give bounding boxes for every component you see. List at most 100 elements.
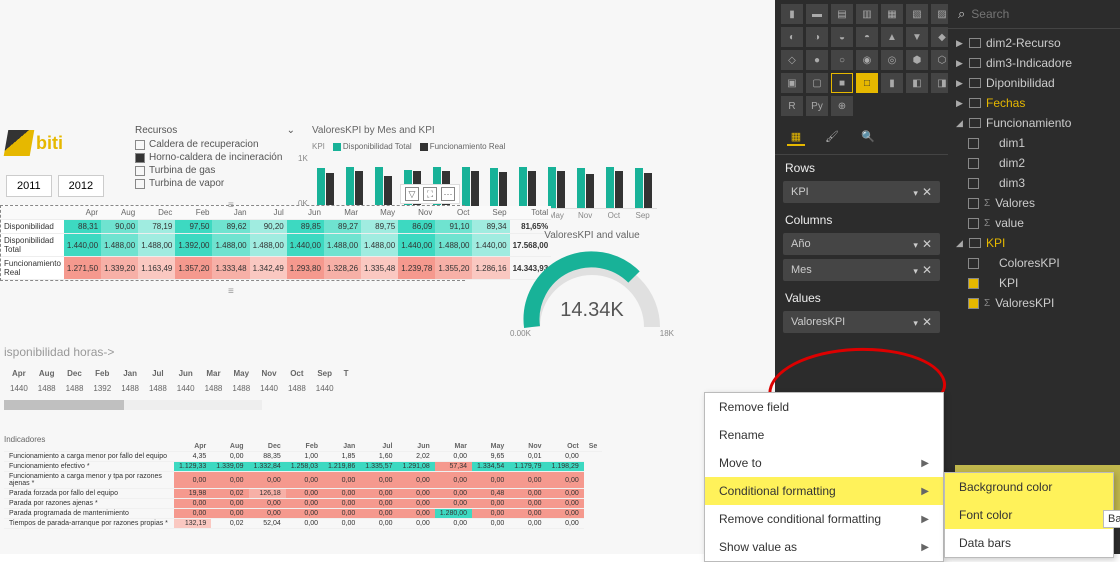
viz-type-icon[interactable]: ◒ <box>831 27 853 47</box>
search-input[interactable] <box>971 7 1091 21</box>
checkbox-icon[interactable] <box>135 179 145 189</box>
checkbox-icon[interactable] <box>968 278 979 289</box>
ctx-item[interactable]: Show value as▶ <box>705 533 943 561</box>
recurso-option[interactable]: Caldera de recuperacion <box>135 138 295 151</box>
viz-type-icon[interactable]: ▤ <box>831 4 853 24</box>
chevron-down-icon[interactable]: ▾ <box>913 188 918 198</box>
chevron-down-icon[interactable]: ◢ <box>956 118 964 129</box>
checkbox-icon[interactable] <box>135 166 145 176</box>
viz-type-icon[interactable]: R <box>781 96 803 116</box>
viz-type-icon[interactable]: ○ <box>831 50 853 70</box>
viz-type-icon[interactable]: Py <box>806 96 828 116</box>
ctx-item[interactable]: Move to▶ <box>705 449 943 477</box>
viz-type-icon[interactable]: ▼ <box>906 27 928 47</box>
viz-type-icon[interactable]: ▮ <box>781 4 803 24</box>
table-node[interactable]: ◢KPI <box>950 233 1118 253</box>
field-node[interactable]: Σvalue <box>950 213 1118 233</box>
ctx-item[interactable]: Conditional formatting▶ <box>705 477 943 505</box>
viz-type-icon[interactable]: ▣ <box>781 73 803 93</box>
field-node[interactable]: dim3 <box>950 173 1118 193</box>
focus-icon[interactable]: ⛶ <box>423 187 437 201</box>
submenu-item[interactable]: Background color <box>945 473 1113 501</box>
viz-type-icon[interactable]: ⊕ <box>831 96 853 116</box>
ctx-item[interactable]: Remove conditional formatting▶ <box>705 505 943 533</box>
checkbox-icon[interactable] <box>968 138 979 149</box>
recurso-option[interactable]: Turbina de gas <box>135 164 295 177</box>
remove-icon[interactable]: ✕ <box>922 315 932 329</box>
chevron-down-icon[interactable]: ▾ <box>913 266 918 276</box>
field-node[interactable]: KPI <box>950 273 1118 293</box>
viz-type-icon[interactable]: ◇ <box>781 50 803 70</box>
viz-type-icon[interactable]: ◎ <box>881 50 903 70</box>
chevron-down-icon[interactable]: ◢ <box>956 238 964 249</box>
format-tab-icon[interactable]: 🖌 <box>823 128 841 146</box>
disp-matrix[interactable]: AprAugDecFebJanJulJunMarMayNovOctSepT144… <box>4 365 354 397</box>
resize-handle-icon[interactable] <box>228 200 238 210</box>
indicadores-table[interactable]: AprAugDecFebJanJulJunMarMayNovOctSeFunci… <box>4 442 602 529</box>
viz-type-icon[interactable]: □ <box>856 73 878 93</box>
table-node[interactable]: ▶dim3-Indicadore <box>950 53 1118 73</box>
field-node[interactable]: ΣValoresKPI <box>950 293 1118 313</box>
value-field-valoreskpi[interactable]: ValoresKPI▾✕ <box>783 311 940 333</box>
table-node[interactable]: ◢Funcionamiento <box>950 113 1118 133</box>
resize-handle-icon[interactable]: ≡ <box>228 286 234 297</box>
viz-type-icon[interactable]: ▥ <box>856 4 878 24</box>
horizontal-scrollbar[interactable] <box>4 400 262 410</box>
chevron-down-icon[interactable]: ⌄ <box>287 125 295 136</box>
col-field-ano[interactable]: Año▾✕ <box>783 233 940 255</box>
analytics-tab-icon[interactable]: 🔍 <box>859 128 877 146</box>
year-2011-button[interactable]: 2011 <box>6 175 52 197</box>
field-node[interactable]: dim1 <box>950 133 1118 153</box>
viz-type-icon[interactable]: ◉ <box>856 50 878 70</box>
viz-type-icon[interactable]: ◐ <box>781 27 803 47</box>
viz-type-icon[interactable]: ⬢ <box>906 50 928 70</box>
checkbox-icon[interactable] <box>968 158 979 169</box>
remove-icon[interactable]: ✕ <box>922 185 932 199</box>
checkbox-icon[interactable] <box>968 258 979 269</box>
chevron-right-icon[interactable]: ▶ <box>956 98 964 109</box>
chevron-right-icon[interactable]: ▶ <box>956 58 964 69</box>
chevron-right-icon[interactable]: ▶ <box>956 38 964 49</box>
viz-type-icon[interactable]: ■ <box>831 73 853 93</box>
checkbox-icon[interactable] <box>135 140 145 150</box>
recurso-option[interactable]: Turbina de vapor <box>135 177 295 190</box>
viz-type-icon[interactable]: ▲ <box>881 27 903 47</box>
viz-type-icon[interactable]: ◓ <box>856 27 878 47</box>
remove-icon[interactable]: ✕ <box>922 263 932 277</box>
submenu-item[interactable]: Data bars <box>945 529 1113 557</box>
checkbox-icon[interactable] <box>135 153 145 163</box>
chevron-down-icon[interactable]: ▾ <box>913 318 918 328</box>
viz-type-icon[interactable]: ◑ <box>806 27 828 47</box>
viz-type-icon[interactable]: ▮ <box>881 73 903 93</box>
col-field-mes[interactable]: Mes▾✕ <box>783 259 940 281</box>
checkbox-icon[interactable] <box>968 198 979 209</box>
gauge-visual[interactable]: ValoresKPI and value 14.34K 0.00K 18K <box>492 230 692 338</box>
row-field-kpi[interactable]: KPI▾✕ <box>783 181 940 203</box>
table-node[interactable]: ▶dim2-Recurso <box>950 33 1118 53</box>
checkbox-icon[interactable] <box>968 218 979 229</box>
chevron-down-icon[interactable]: ▾ <box>913 240 918 250</box>
viz-type-icon[interactable]: ▦ <box>881 4 903 24</box>
recurso-option[interactable]: Horno-caldera de incineración <box>135 151 295 164</box>
year-2012-button[interactable]: 2012 <box>58 175 104 197</box>
checkbox-icon[interactable] <box>968 178 979 189</box>
viz-type-icon[interactable]: ▢ <box>806 73 828 93</box>
chevron-right-icon[interactable]: ▶ <box>956 78 964 89</box>
checkbox-icon[interactable] <box>968 298 979 309</box>
viz-type-icon[interactable]: ● <box>806 50 828 70</box>
viz-type-icon[interactable]: ◧ <box>906 73 928 93</box>
fields-tab-icon[interactable]: ▦ <box>787 128 805 146</box>
field-node[interactable]: dim2 <box>950 153 1118 173</box>
table-node[interactable]: ▶Diponibilidad <box>950 73 1118 93</box>
viz-type-icon[interactable]: ▬ <box>806 4 828 24</box>
submenu-item[interactable]: Font color <box>945 501 1113 529</box>
viz-type-icon[interactable]: ▧ <box>906 4 928 24</box>
ctx-item[interactable]: Rename <box>705 421 943 449</box>
remove-icon[interactable]: ✕ <box>922 237 932 251</box>
field-node[interactable]: ColoresKPI <box>950 253 1118 273</box>
more-icon[interactable]: ⋯ <box>441 187 455 201</box>
table-node[interactable]: ▶Fechas <box>950 93 1118 113</box>
filter-icon[interactable]: ▽ <box>405 187 419 201</box>
field-node[interactable]: ΣValores <box>950 193 1118 213</box>
matrix-visual-selected[interactable]: ▽ ⛶ ⋯ AprAugDecFebJanJulJunMarMayNovOctS… <box>0 205 465 281</box>
